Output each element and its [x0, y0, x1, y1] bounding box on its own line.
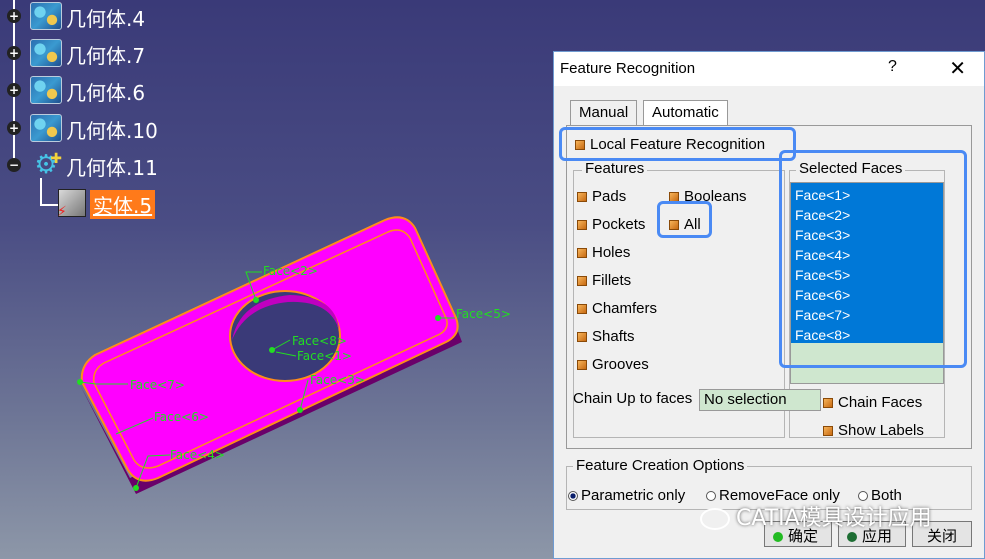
highlight-local-feature-recognition [559, 127, 796, 161]
wechat-icon [700, 508, 730, 530]
3d-viewport[interactable]: Face<2> Face<5> Face<8> Face<1> Face<7> … [0, 0, 550, 559]
feature-creation-options-legend: Feature Creation Options [573, 457, 748, 474]
face-label-4: Face<4> [170, 448, 225, 462]
face-label-1: Face<1> [297, 349, 352, 363]
radio-icon [568, 491, 578, 502]
face-label-5: Face<5> [456, 307, 511, 321]
face-label-8: Face<8> [292, 334, 347, 348]
face-label-3: Face<3> [310, 373, 365, 387]
parametric-only-radio[interactable]: Parametric only [568, 487, 685, 504]
fillets-checkbox[interactable]: Fillets [577, 272, 631, 289]
highlight-selected-faces [779, 150, 967, 368]
dialog-titlebar[interactable]: Feature Recognition ? ✕ [554, 52, 984, 86]
pockets-checkbox[interactable]: Pockets [577, 216, 645, 233]
pads-checkbox[interactable]: Pads [577, 188, 626, 205]
chamfers-checkbox[interactable]: Chamfers [577, 300, 657, 317]
face-label-7: Face<7> [130, 378, 185, 392]
grooves-checkbox[interactable]: Grooves [577, 356, 649, 373]
shafts-checkbox[interactable]: Shafts [577, 328, 635, 345]
tab-automatic[interactable]: Automatic [643, 100, 728, 126]
highlight-all [657, 201, 712, 238]
watermark: CATIA模具设计应用 [700, 500, 932, 532]
tab-manual[interactable]: Manual [570, 100, 638, 126]
face-label-2: Face<2> [263, 264, 318, 278]
features-legend: Features [582, 160, 648, 177]
chain-up-label: Chain Up to faces [573, 390, 693, 407]
chain-up-field[interactable]: No selection [699, 389, 821, 411]
close-icon[interactable]: ✕ [949, 56, 966, 81]
chain-faces-checkbox[interactable]: Chain Faces [823, 394, 922, 411]
apply-icon [847, 531, 857, 542]
ok-icon [773, 531, 783, 542]
face-label-6: Face<6> [154, 410, 209, 424]
dialog-title: Feature Recognition [560, 60, 696, 77]
show-labels-checkbox[interactable]: Show Labels [823, 422, 924, 439]
holes-checkbox[interactable]: Holes [577, 244, 630, 261]
help-icon[interactable]: ? [888, 58, 897, 76]
